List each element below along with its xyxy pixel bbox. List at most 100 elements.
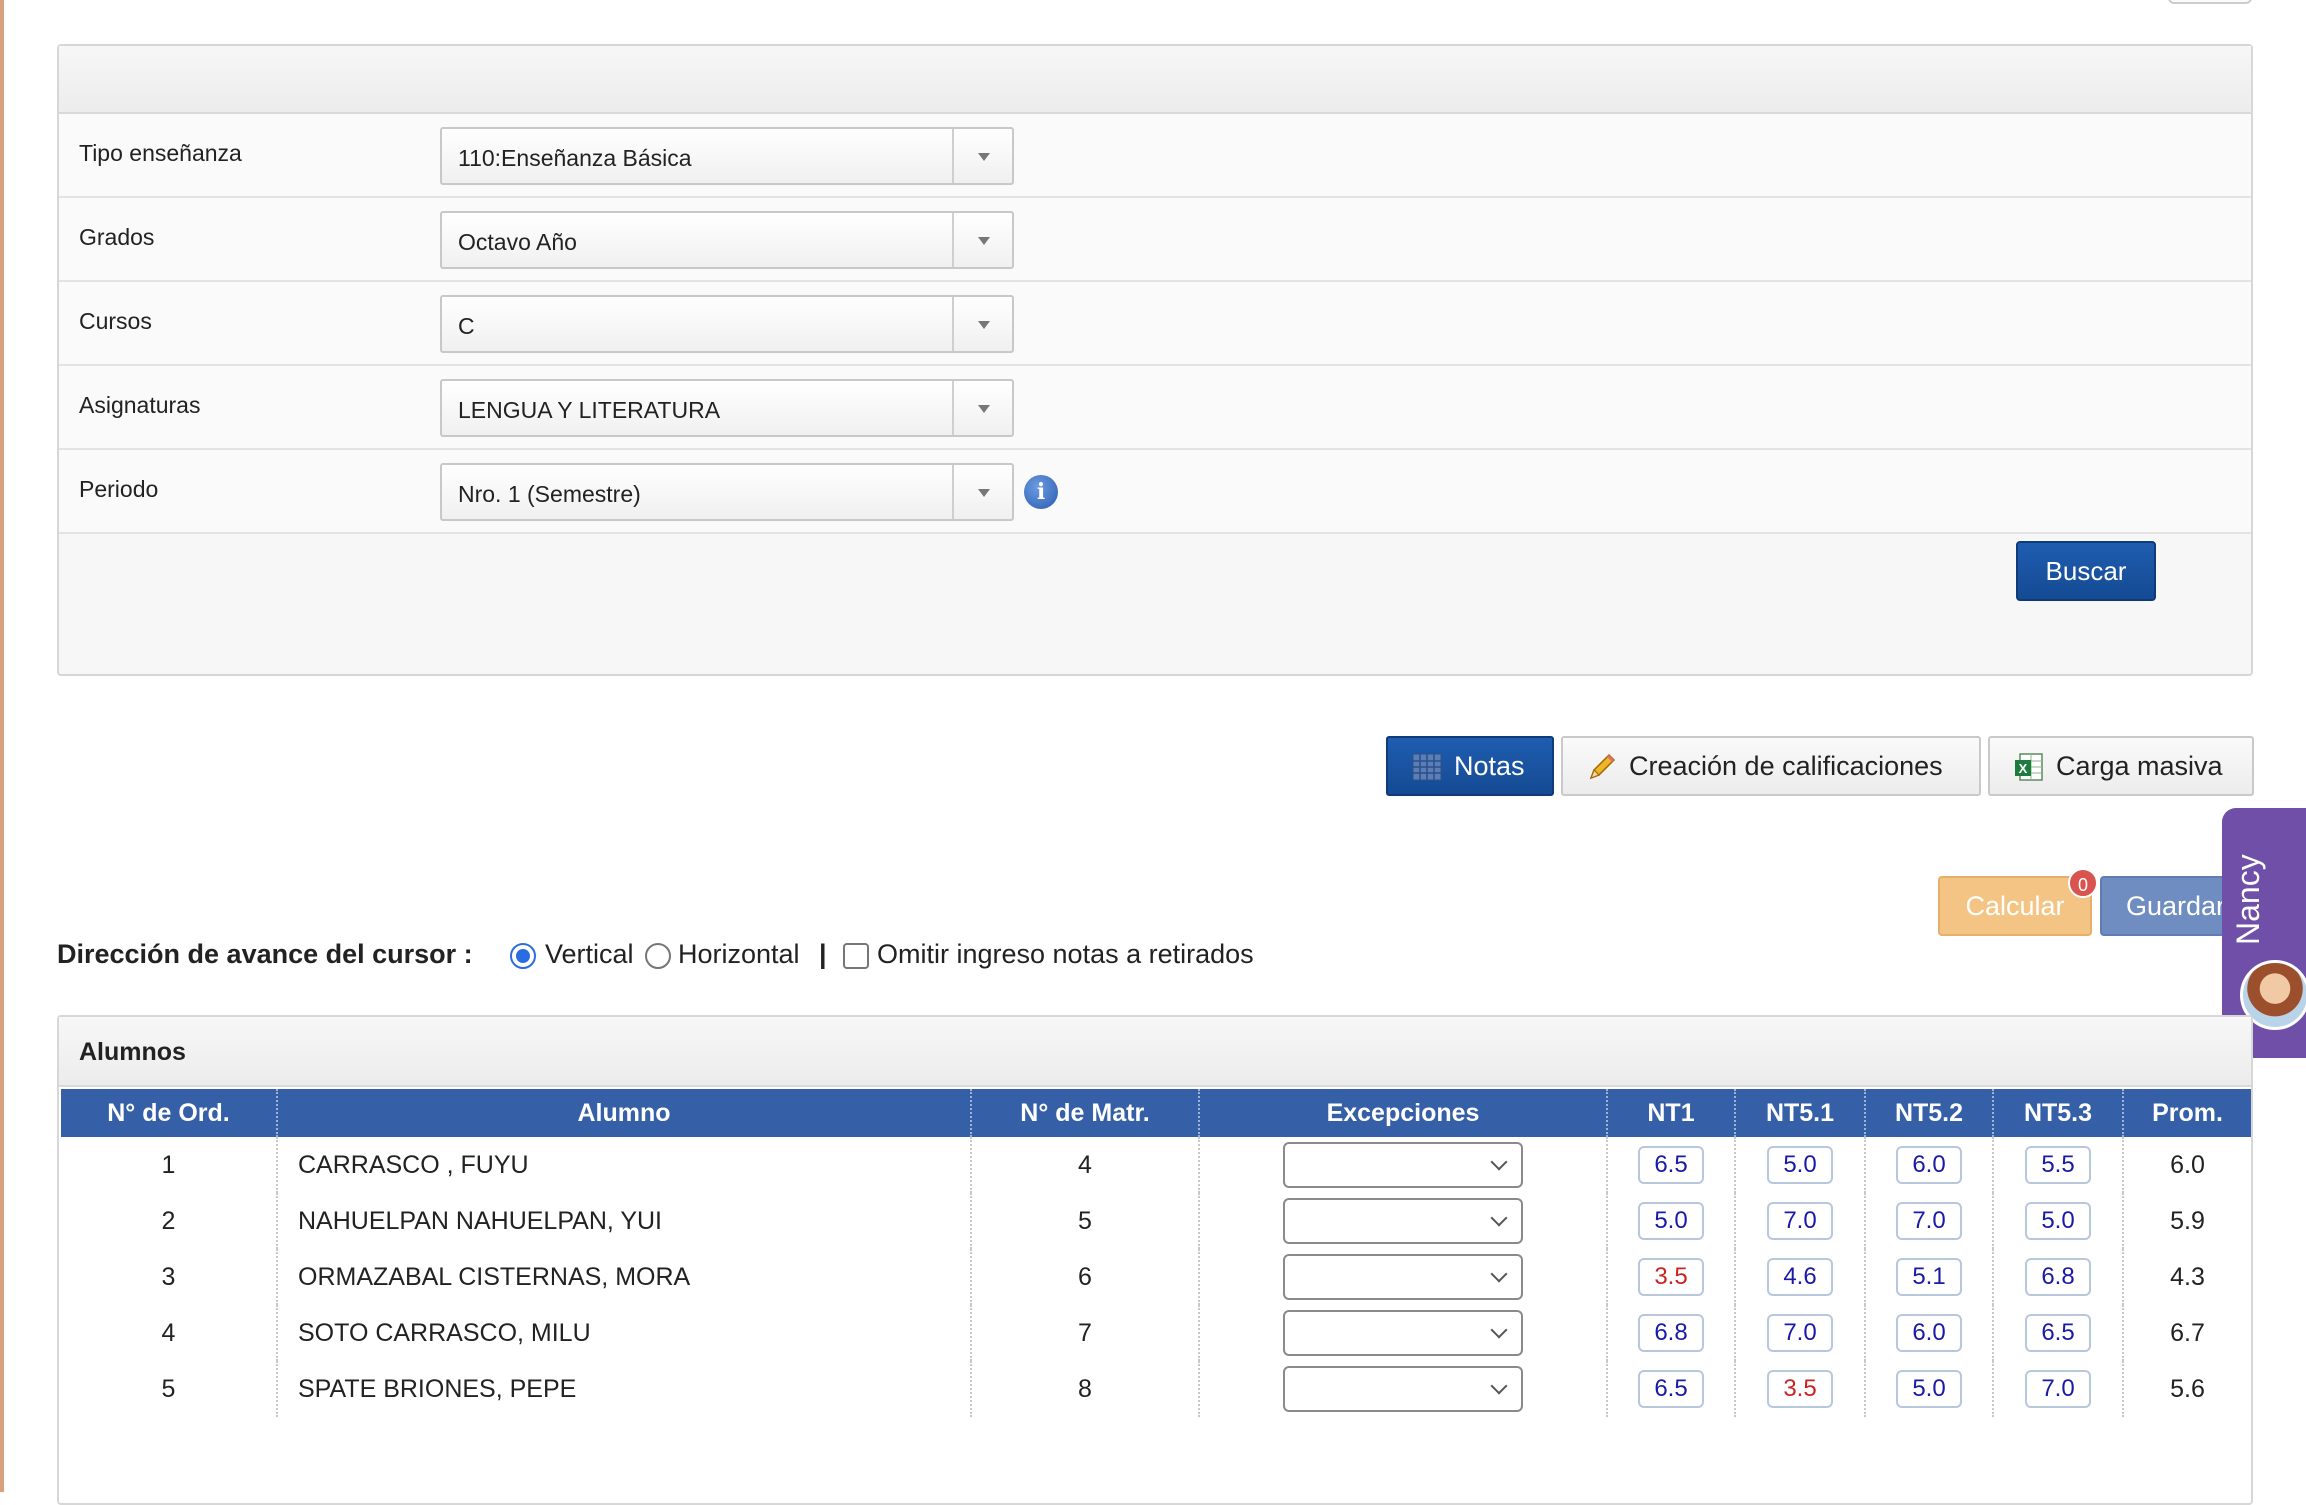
column-header: NT5.3 bbox=[1993, 1089, 2124, 1137]
tipo-ensenanza-select[interactable]: 110:Enseñanza Básica bbox=[440, 127, 1014, 185]
dropdown-arrow-icon[interactable] bbox=[952, 213, 1012, 267]
grade-cell: 6.8 bbox=[1993, 1249, 2124, 1305]
top-button-fragment[interactable] bbox=[2168, 0, 2252, 4]
notas-button[interactable]: Notas bbox=[1386, 736, 1554, 796]
grade-input[interactable]: 5.5 bbox=[2025, 1146, 2091, 1184]
select-value: C bbox=[458, 313, 475, 339]
student-name: ORMAZABAL CISTERNAS, MORA bbox=[277, 1249, 972, 1305]
notas-label: Notas bbox=[1454, 751, 1525, 781]
excepciones-select[interactable] bbox=[1283, 1366, 1523, 1412]
ord-cell: 5 bbox=[61, 1361, 278, 1417]
grade-input[interactable]: 6.8 bbox=[2025, 1258, 2091, 1296]
grade-input[interactable]: 6.0 bbox=[1896, 1314, 1962, 1352]
filter-panel: Tipo enseñanza 110:Enseñanza Básica Grad… bbox=[57, 44, 2253, 676]
dropdown-arrow-icon[interactable] bbox=[952, 129, 1012, 183]
carga-masiva-button[interactable]: X Carga masiva bbox=[1988, 736, 2254, 796]
grade-input[interactable]: 5.1 bbox=[1896, 1258, 1962, 1296]
grade-input[interactable]: 6.0 bbox=[1896, 1146, 1962, 1184]
buscar-button[interactable]: Buscar bbox=[2016, 541, 2156, 601]
excepciones-select[interactable] bbox=[1283, 1142, 1523, 1188]
alumnos-title: Alumnos bbox=[59, 1017, 2251, 1087]
grades-table: N° de Ord. Alumno N° de Matr. Excepcione… bbox=[61, 1089, 2251, 1417]
carga-label: Carga masiva bbox=[2056, 751, 2223, 781]
grade-input[interactable]: 6.8 bbox=[1638, 1314, 1704, 1352]
filter-label: Grados bbox=[79, 224, 155, 250]
cursos-select[interactable]: C bbox=[440, 295, 1014, 353]
select-value: Octavo Año bbox=[458, 229, 577, 255]
excepciones-select[interactable] bbox=[1283, 1198, 1523, 1244]
column-header: N° de Matr. bbox=[971, 1089, 1200, 1137]
excepciones-cell bbox=[1199, 1305, 1608, 1361]
grade-cell: 6.8 bbox=[1607, 1305, 1736, 1361]
table-row: 4 SOTO CARRASCO, MILU 7 6.8 7.0 6.0 6.5 … bbox=[61, 1305, 2251, 1361]
svg-text:X: X bbox=[2019, 761, 2028, 776]
grade-input[interactable]: 5.0 bbox=[1638, 1202, 1704, 1240]
select-value: Nro. 1 (Semestre) bbox=[458, 481, 641, 507]
select-value: 110:Enseñanza Básica bbox=[458, 145, 692, 171]
grade-input[interactable]: 7.0 bbox=[2025, 1370, 2091, 1408]
cursor-direction-label: Dirección de avance del cursor : bbox=[57, 939, 473, 969]
pencil-icon bbox=[1589, 753, 1616, 780]
ord-cell: 4 bbox=[61, 1305, 278, 1361]
grade-cell: 7.0 bbox=[1735, 1193, 1866, 1249]
grade-cell: 6.0 bbox=[1865, 1137, 1994, 1193]
filter-label: Tipo enseñanza bbox=[79, 140, 242, 166]
filter-row-periodo: Periodo Nro. 1 (Semestre) i bbox=[59, 450, 2251, 534]
omitir-retirados-label: Omitir ingreso notas a retirados bbox=[877, 939, 1254, 969]
assistant-name: Nancy bbox=[2230, 854, 2266, 946]
separator: | bbox=[819, 939, 827, 969]
dropdown-arrow-icon[interactable] bbox=[952, 297, 1012, 351]
dropdown-arrow-icon[interactable] bbox=[952, 381, 1012, 435]
grados-select[interactable]: Octavo Año bbox=[440, 211, 1014, 269]
grade-input[interactable]: 4.6 bbox=[1767, 1258, 1833, 1296]
grade-cell: 6.5 bbox=[1607, 1137, 1736, 1193]
grade-input[interactable]: 7.0 bbox=[1767, 1202, 1833, 1240]
grade-input[interactable]: 5.0 bbox=[1767, 1146, 1833, 1184]
average-cell: 6.0 bbox=[2170, 1150, 2205, 1179]
grid-icon bbox=[1412, 753, 1442, 781]
horizontal-label: Horizontal bbox=[678, 939, 800, 969]
creacion-label: Creación de calificaciones bbox=[1629, 751, 1943, 781]
grade-input[interactable]: 6.5 bbox=[2025, 1314, 2091, 1352]
grade-input[interactable]: 6.5 bbox=[1638, 1146, 1704, 1184]
grade-input[interactable]: 7.0 bbox=[1896, 1202, 1962, 1240]
grade-input[interactable]: 3.5 bbox=[1638, 1258, 1704, 1296]
excepciones-select[interactable] bbox=[1283, 1310, 1523, 1356]
vertical-radio[interactable] bbox=[510, 943, 536, 969]
filter-row-tipo-ensenanza: Tipo enseñanza 110:Enseñanza Básica bbox=[59, 114, 2251, 198]
column-header: NT5.1 bbox=[1735, 1089, 1866, 1137]
grade-input[interactable]: 5.0 bbox=[1896, 1370, 1962, 1408]
alumnos-panel: Alumnos N° de Ord. Alumno N° de Matr. Ex… bbox=[57, 1015, 2253, 1505]
column-header: Prom. bbox=[2123, 1089, 2251, 1137]
horizontal-radio[interactable] bbox=[645, 943, 671, 969]
ord-cell: 3 bbox=[61, 1249, 278, 1305]
excepciones-select[interactable] bbox=[1283, 1254, 1523, 1300]
matr-cell: 5 bbox=[971, 1193, 1200, 1249]
creacion-calificaciones-button[interactable]: Creación de calificaciones bbox=[1561, 736, 1981, 796]
select-value: LENGUA Y LITERATURA bbox=[458, 397, 721, 423]
grade-input[interactable]: 3.5 bbox=[1767, 1370, 1833, 1408]
grade-cell: 7.0 bbox=[1735, 1305, 1866, 1361]
grade-cell: 5.0 bbox=[1607, 1193, 1736, 1249]
grade-input[interactable]: 7.0 bbox=[1767, 1314, 1833, 1352]
periodo-select[interactable]: Nro. 1 (Semestre) bbox=[440, 463, 1014, 521]
matr-cell: 8 bbox=[971, 1361, 1200, 1417]
grade-cell: 7.0 bbox=[1993, 1361, 2124, 1417]
info-icon[interactable]: i bbox=[1024, 475, 1058, 509]
filter-row-cursos: Cursos C bbox=[59, 282, 2251, 366]
dropdown-arrow-icon[interactable] bbox=[952, 465, 1012, 519]
omitir-retirados-checkbox[interactable] bbox=[843, 943, 869, 969]
student-name: SOTO CARRASCO, MILU bbox=[277, 1305, 972, 1361]
excepciones-cell bbox=[1199, 1193, 1608, 1249]
cursor-direction-row: Dirección de avance del cursor : Vertica… bbox=[57, 935, 1307, 975]
filter-label: Asignaturas bbox=[79, 392, 201, 418]
grade-cell: 5.0 bbox=[1993, 1193, 2124, 1249]
excepciones-cell bbox=[1199, 1249, 1608, 1305]
filter-label: Cursos bbox=[79, 308, 152, 334]
asignaturas-select[interactable]: LENGUA Y LITERATURA bbox=[440, 379, 1014, 437]
column-header: NT1 bbox=[1607, 1089, 1736, 1137]
grade-cell: 7.0 bbox=[1865, 1193, 1994, 1249]
grade-input[interactable]: 6.5 bbox=[1638, 1370, 1704, 1408]
grade-input[interactable]: 5.0 bbox=[2025, 1202, 2091, 1240]
grade-cell: 3.5 bbox=[1735, 1361, 1866, 1417]
